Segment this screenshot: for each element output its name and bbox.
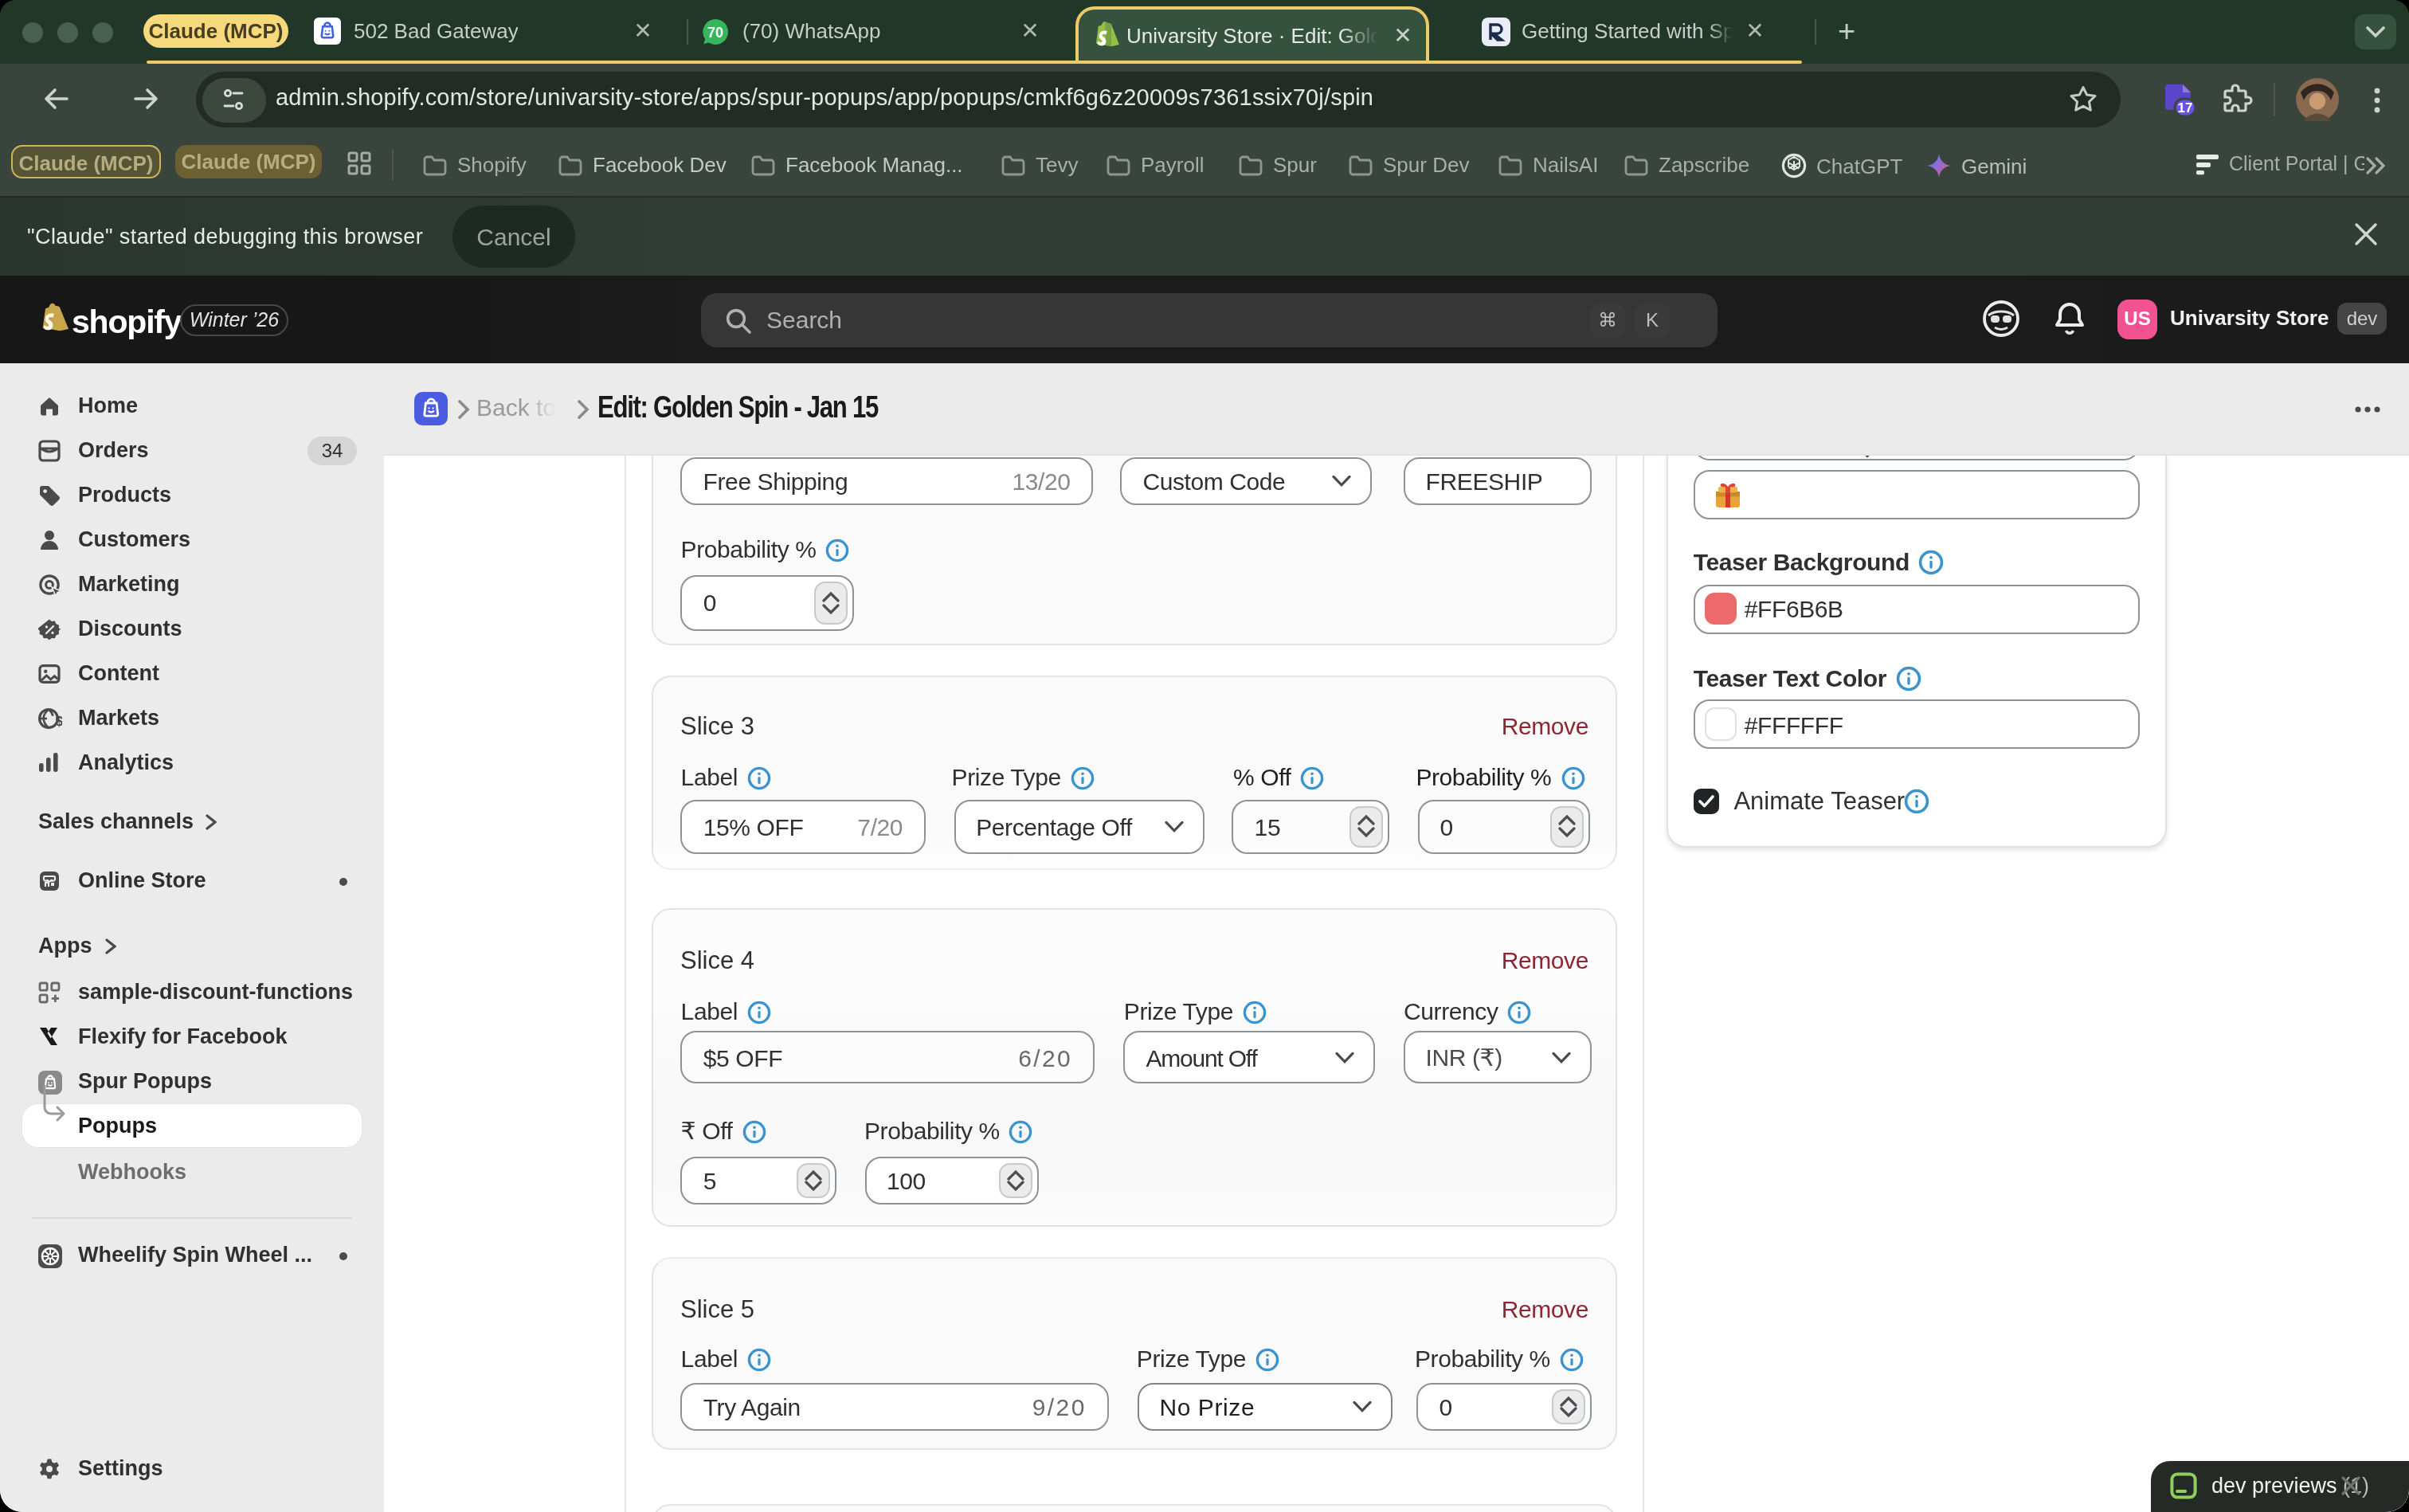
svg-text:$: $ <box>56 714 62 729</box>
svg-text:70: 70 <box>707 25 723 41</box>
svg-text:17: 17 <box>2178 100 2193 116</box>
